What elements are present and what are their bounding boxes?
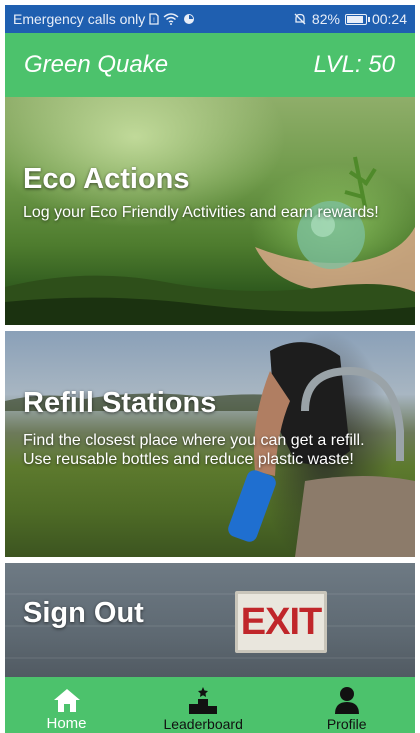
home-icon	[52, 685, 82, 715]
app-title: Green Quake	[24, 51, 169, 78]
battery-percent: 82%	[311, 11, 340, 27]
app-screen: Emergency calls only ! 82% 00:24 Green Q…	[5, 5, 415, 733]
eco-actions-card[interactable]: Eco Actions Log your Eco Friendly Activi…	[5, 97, 415, 325]
sign-out-card[interactable]: EXIT Sign Out	[5, 563, 415, 683]
clock: 00:24	[371, 11, 407, 27]
nav-label-profile: Profile	[326, 716, 367, 732]
nav-label-leaderboard: Leaderboard	[163, 716, 243, 732]
card-title: Sign Out	[23, 597, 144, 629]
carrier-text: Emergency calls only	[13, 11, 146, 27]
card-title: Refill Stations	[23, 387, 217, 419]
card-description: Find the closest place where you can get…	[23, 432, 365, 468]
status-left: Emergency calls only !	[13, 11, 293, 27]
status-right: 82% 00:24	[293, 11, 407, 27]
sync-icon	[183, 13, 195, 25]
wifi-icon	[163, 13, 179, 25]
nav-label-home: Home	[46, 715, 87, 732]
nav-home[interactable]: Home	[5, 677, 128, 733]
person-icon	[333, 685, 361, 715]
exit-sign-text: EXIT	[240, 600, 322, 643]
nav-profile[interactable]: Profile	[278, 677, 415, 733]
refill-stations-card[interactable]: Refill Stations Find the closest place w…	[5, 331, 415, 557]
podium-icon	[188, 685, 218, 715]
card-title: Eco Actions	[23, 163, 190, 195]
card-description: Log your Eco Friendly Activities and ear…	[23, 204, 379, 221]
battery-icon	[344, 13, 370, 25]
level-indicator: LVL: 50	[313, 51, 395, 78]
app-header: Green Quake LVL: 50	[5, 33, 415, 97]
bottom-navigation: Home Leaderboard Profile	[5, 677, 415, 733]
mute-icon	[293, 12, 307, 26]
status-bar: Emergency calls only ! 82% 00:24	[5, 5, 415, 33]
exit-sign: EXIT	[235, 591, 327, 653]
nav-leaderboard[interactable]: Leaderboard	[128, 677, 278, 733]
svg-text:!: !	[153, 18, 155, 24]
sim-icon: !	[149, 13, 159, 25]
